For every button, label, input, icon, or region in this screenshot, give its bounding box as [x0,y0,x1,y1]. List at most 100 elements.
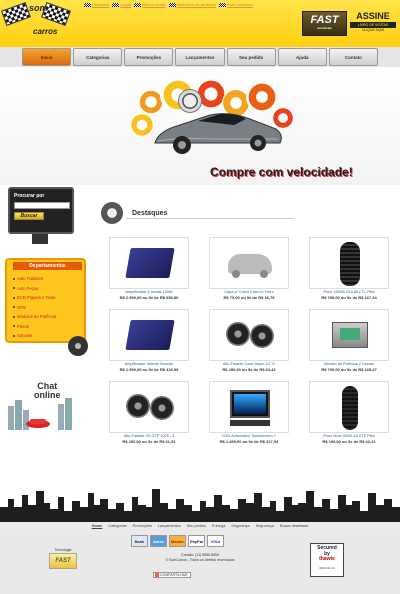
fast-logo[interactable]: FAST [49,553,77,569]
product-price: R$ 2.999,00 ou 5x de R$ 659,80 [119,295,179,300]
department-item[interactable]: Módulos de Potência [13,312,56,322]
product-price: R$ 79,00 ou 5x de R$ 16,78 [223,295,275,300]
product-image[interactable] [109,237,189,289]
product-image[interactable] [109,309,189,361]
main-nav: Início Categorias Promoções Lançamentos … [22,48,378,66]
footer-link[interactable]: Segurança [231,524,249,528]
flag-icon [168,2,176,7]
visa-card-icon: VISA [207,535,224,547]
footer-link[interactable]: Seu pedido [187,524,206,528]
tire-wheel-icon [101,202,123,224]
department-item[interactable]: Auto Peças [13,284,56,294]
footer-link[interactable]: Segurança [256,524,274,528]
product-price: R$ 199,00 ou 5x de R$ 42,21 [322,439,376,444]
product-card[interactable]: Amplificador Valente Booster R$ 1.999,00 … [109,309,189,374]
search-panel: Procurar por Buscar [8,187,74,234]
department-item[interactable]: Sonotas [13,331,56,341]
department-item[interactable]: Auto Falantes [13,274,56,284]
bullet-icon [13,334,15,337]
product-card[interactable]: Amplificador 4 canais 125W R$ 2.999,00 ou… [109,237,189,302]
product-card[interactable]: Pneu 195/55 R15 85V TL Pilot R$ 789,00 ou… [309,237,389,302]
search-input[interactable] [14,202,70,209]
share-icon [155,573,159,577]
flag-icon [219,2,227,7]
product-name[interactable]: Alto-Falante Coax Duplo 10" G [205,362,293,366]
nav-promocoes[interactable]: Promoções [124,48,174,66]
product-price: R$ 290,00 ou 5x de R$ 63,42 [222,367,276,372]
product-name[interactable]: DVD Automotivo Touchscreen 7 [205,434,293,438]
product-image[interactable] [109,381,189,433]
department-item[interactable]: Pneus [13,322,56,332]
product-name[interactable]: Amplificador 4 canais 125W [105,290,193,294]
flag-icon [112,2,120,7]
bullet-icon [13,306,15,309]
divider [126,218,294,219]
product-image[interactable] [209,237,289,289]
mastercard-icon: Master [169,535,186,547]
site-logo[interactable]: som carros [1,2,75,42]
bullet-icon [13,325,15,328]
secured-by-thawte-seal[interactable]: Secured by thawte 0000-00-00 [310,543,344,577]
fast-banner[interactable]: FAST accelerate [302,11,347,36]
search-label: Procurar por [14,193,45,199]
tech-label: Tecnologia [54,548,72,552]
product-card[interactable]: Alto-Falante XS GTP 1025 - 3 R$ 290,00 ou… [109,381,189,446]
section-title: Destaques [132,210,168,217]
product-image[interactable] [309,237,389,289]
footer-link[interactable]: Home [92,524,103,528]
search-button[interactable]: Buscar [14,212,44,220]
top-link[interactable]: Minha conta [134,2,166,7]
assine-title: ASSINE [356,11,390,21]
chat-online-widget[interactable]: Chat online [6,380,76,430]
logo-text-bottom: carros [33,27,58,36]
product-image[interactable] [309,381,389,433]
checkered-flag-icon [1,2,31,26]
footer-nav: Home Categorias Promoções Lançamentos Se… [0,522,400,529]
product-image[interactable] [209,381,289,433]
product-name[interactable]: Amplificador Valente Booster [105,362,193,366]
footer-link[interactable]: Busca detalhada [280,524,308,528]
product-name[interactable]: Capa p/ Cobrir Carro c/ Forro [205,290,293,294]
nav-contato[interactable]: Contato [328,48,378,66]
share-button[interactable]: COMPARTILHAR [153,572,191,578]
product-card[interactable]: DVD Automotivo Touchscreen 7 R$ 1.499,00 … [209,381,289,446]
nav-ajuda[interactable]: Ajuda [277,48,327,66]
product-name[interactable]: Módulo de Potência 2 Canais [305,362,393,366]
nav-seu-pedido[interactable]: Seu pedido [226,48,276,66]
product-card[interactable]: Alto-Falante Coax Duplo 10" G R$ 290,00 o… [209,309,289,374]
product-image[interactable] [309,309,389,361]
product-name[interactable]: Pneu Moto 90/90-18 STP Pilot [305,434,393,438]
product-price: R$ 290,00 ou 5x de R$ 61,51 [122,439,176,444]
department-item[interactable]: GPS [13,303,56,313]
nav-home[interactable]: Início [22,48,72,66]
fast-title: FAST [310,14,339,26]
footer-link[interactable]: Categorias [108,524,126,528]
departments-list: Auto Falantes Auto Peças DVD Players e T… [13,274,56,341]
monitor-stand [32,234,48,244]
top-link[interactable]: Histórico de pedidos [168,2,216,7]
footer-link[interactable]: Promoções [133,524,152,528]
nav-lancamentos[interactable]: Lançamentos [175,48,225,66]
top-link[interactable]: Fale conosco [219,2,253,7]
product-image[interactable] [209,309,289,361]
departments-title: Departamentos [13,262,82,270]
fast-subtitle: accelerate [317,26,332,30]
assine-box[interactable]: ASSINE LIVRO DE VISITAS CLIQUE AQUI [350,11,396,32]
product-price: R$ 1.499,00 ou 5x de R$ 317,93 [219,439,279,444]
product-card[interactable]: Capa p/ Cobrir Carro c/ Forro R$ 79,00 ou… [209,237,289,302]
top-link[interactable]: Cadastro [84,2,109,7]
product-card[interactable]: Módulo de Potência 2 Canais R$ 709,00 ou … [309,309,389,374]
product-card[interactable]: Pneu Moto 90/90-18 STP Pilot R$ 199,00 ou… [309,381,389,446]
footer-rights: © SomCarros - Todos os direitos reservad… [165,558,235,562]
assine-link[interactable]: CLIQUE AQUI [350,28,396,32]
top-link[interactable]: Login [112,2,131,7]
footer-link[interactable]: Lançamentos [158,524,181,528]
nav-categorias[interactable]: Categorias [73,48,123,66]
banner-slogan: Compre com velocidade! [210,165,353,179]
departments-panel: Departamentos Auto Falantes Auto Peças D… [5,258,86,343]
footer-link[interactable]: Entrega [212,524,225,528]
product-price: R$ 709,00 ou 5x de R$ 169,47 [321,367,377,372]
department-item[interactable]: DVD Players e Telas [13,293,56,303]
product-name[interactable]: Pneu 195/55 R15 85V TL Pilot [305,290,393,294]
product-name[interactable]: Alto-Falante XS GTP 1025 - 3 [105,434,193,438]
